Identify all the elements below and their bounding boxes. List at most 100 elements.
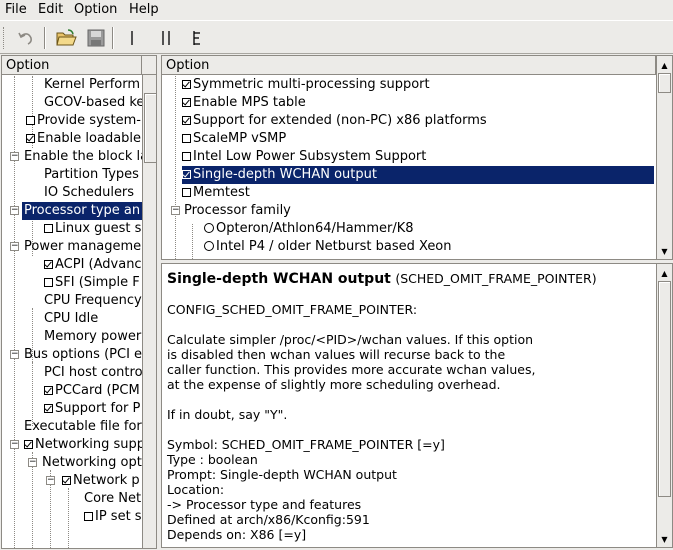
option-row-9[interactable]: Intel P4 / older Netburst based Xeon [204,238,452,256]
checkbox-checked[interactable] [44,404,53,413]
checkbox-checked[interactable] [44,260,53,269]
help-scrollbar[interactable]: ▲ ▼ [656,264,672,547]
collapse-icon[interactable]: − [10,350,19,359]
scroll-up-icon[interactable]: ▲ [657,58,672,73]
toolbar-grip[interactable] [3,27,7,49]
checkbox-checked[interactable] [182,170,191,179]
menu-option[interactable]: Option [74,2,117,17]
scroll-up-icon[interactable]: ▲ [657,266,672,281]
left-tree-pane[interactable]: Option Kernel Perform GCOV-based ke Prov… [1,55,157,549]
checkbox-unchecked[interactable] [84,512,93,521]
menu-edit[interactable]: Edit [38,2,63,17]
option-row-5[interactable]: Single-depth WCHAN output [182,166,654,184]
option-row-8[interactable]: Opteron/Athlon64/Hammer/K8 [204,220,414,238]
tree-item-11[interactable]: SFI (Simple F [44,274,140,292]
collapse-icon[interactable]: − [10,152,19,161]
option-row-0[interactable]: Symmetric multi-processing support [182,76,430,94]
help-scrollbar-thumb[interactable] [658,281,671,497]
collapse-icon[interactable]: − [46,476,55,485]
tree-item-label: Kernel Perform [44,77,141,92]
right-option-pane[interactable]: Option Symmetric multi-processing suppor… [161,55,673,260]
tree-item-15[interactable]: Bus options (PCI e [24,346,142,364]
collapse-icon[interactable]: − [28,458,37,467]
checkbox-checked[interactable] [24,440,33,449]
save-disk-icon[interactable] [84,26,108,50]
tree-item-9[interactable]: Power manageme [24,238,141,256]
tree-item-1[interactable]: GCOV-based ke [44,94,144,112]
tree-item-2[interactable]: Provide system- [26,112,141,130]
collapse-icon[interactable]: − [10,440,19,449]
radio-button[interactable] [204,241,214,251]
tree-item-16[interactable]: PCI host contro [44,364,143,382]
tree-item-14[interactable]: Memory power [44,328,141,346]
scroll-down-icon[interactable]: ▼ [657,532,672,547]
tree-item-5[interactable]: Partition Types [44,166,139,184]
checkbox-unchecked[interactable] [182,134,191,143]
radio-button[interactable] [204,223,214,233]
tree-line [68,488,69,548]
option-row-6[interactable]: Memtest [182,184,250,202]
tree-item-12[interactable]: CPU Frequency [44,292,142,310]
menu-file[interactable]: File [5,2,27,17]
left-scrollbar-thumb[interactable] [144,93,156,163]
checkbox-unchecked[interactable] [26,116,35,125]
tree-item-6[interactable]: IO Schedulers [44,184,134,202]
option-row-2[interactable]: Support for extended (non-PC) x86 platfo… [182,112,487,130]
option-row-3[interactable]: ScaleMP vSMP [182,130,286,148]
split-view-icon[interactable] [154,26,178,50]
tree-item-label: CPU Idle [44,311,99,326]
help-depends: Depends on: X86 [=y] [167,527,307,542]
tree-item-23[interactable]: Core Net [84,490,141,508]
tree-item-17[interactable]: PCCard (PCM [44,382,140,400]
tree-item-13[interactable]: CPU Idle [44,310,98,328]
checkbox-unchecked[interactable] [44,224,53,233]
collapse-icon[interactable]: − [10,206,19,215]
tree-item-10[interactable]: ACPI (Advanc [44,256,142,274]
undo-icon[interactable] [14,26,38,50]
option-row-1[interactable]: Enable MPS table [182,94,306,112]
checkbox-checked[interactable] [26,134,35,143]
help-location: Location: [167,482,225,497]
checkbox-checked[interactable] [44,386,53,395]
toolbar [0,20,673,54]
scroll-down-icon[interactable]: ▼ [657,244,672,259]
tree-item-24[interactable]: IP set s [84,508,142,526]
collapse-icon[interactable]: − [10,242,19,251]
right-scrollbar[interactable]: ▲ ▼ [656,56,672,259]
tree-item-label: Enable the block la [24,149,149,164]
checkbox-checked[interactable] [182,98,191,107]
tree-item-21[interactable]: Networking opt [42,454,142,472]
option-row-4[interactable]: Intel Low Power Subsystem Support [182,148,426,166]
help-desc-2: is disabled then wchan values will recur… [167,347,506,362]
help-config: CONFIG_SCHED_OMIT_FRAME_POINTER: [167,302,418,317]
option-label: Symmetric multi-processing support [193,77,430,92]
tree-item-8[interactable]: Linux guest s [44,220,141,238]
checkbox-unchecked[interactable] [44,278,53,287]
left-scrollbar[interactable] [142,75,156,548]
tree-item-18[interactable]: Support for P [44,400,140,418]
left-column-header[interactable]: Option [2,56,142,75]
right-scrollbar-thumb[interactable] [658,73,671,93]
collapse-icon[interactable]: − [171,206,180,215]
checkbox-checked[interactable] [182,116,191,125]
tree-item-4[interactable]: Enable the block la [24,148,148,166]
menu-help[interactable]: Help [129,2,159,17]
tree-item-label: Core Net [84,491,142,506]
tree-item-19[interactable]: Executable file form [24,418,154,436]
single-view-icon[interactable] [120,26,144,50]
checkbox-unchecked[interactable] [182,152,191,161]
tree-item-7[interactable]: Processor type an [22,202,142,220]
checkbox-unchecked[interactable] [182,188,191,197]
tree-item-0[interactable]: Kernel Perform [44,76,140,94]
tree-item-22[interactable]: Network p [62,472,140,490]
help-text-pane[interactable]: Single-depth WCHAN output (SCHED_OMIT_FR… [161,263,673,548]
checkbox-checked[interactable] [182,80,191,89]
option-label: Opteron/Athlon64/Hammer/K8 [216,221,414,236]
option-row-7[interactable]: Processor family [184,202,291,220]
tree-item-3[interactable]: Enable loadable [26,130,141,148]
tree-item-20[interactable]: Networking supp [24,436,145,454]
checkbox-checked[interactable] [62,476,71,485]
right-column-header[interactable]: Option [162,56,656,75]
full-view-icon[interactable] [184,26,208,50]
open-folder-icon[interactable] [54,26,78,50]
